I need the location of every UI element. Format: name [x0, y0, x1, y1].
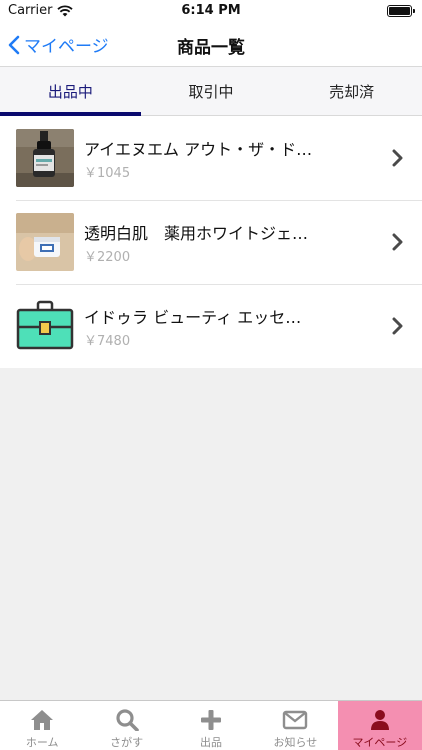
product-price: ￥2200 — [84, 249, 131, 265]
tab-listing[interactable]: 出品中 — [0, 67, 141, 116]
tabbar-home-label: ホーム — [25, 736, 59, 749]
tabbar-mypage-label: マイページ — [352, 736, 408, 749]
tabbar-sell-label: 出品 — [200, 736, 223, 749]
status-time: 6:14 PM — [181, 3, 241, 18]
chevron-right-icon — [392, 233, 403, 251]
navigation-bar: マイページ 商品一覧 — [0, 22, 422, 66]
battery-icon — [387, 5, 415, 17]
tabbar-home[interactable]: ホーム — [0, 701, 84, 750]
tabbar-notifications[interactable]: お知らせ — [253, 701, 337, 750]
tabbar-notifications-label: お知らせ — [273, 736, 318, 749]
product-thumbnail — [16, 297, 74, 355]
product-list: アイエヌエム アウト・ザ・ド… ￥1045 透明白肌 薬用ホワイトジェ… ￥22… — [0, 116, 422, 368]
search-icon — [116, 709, 139, 731]
status-tabs: 出品中 取引中 売却済 — [0, 66, 422, 116]
chevron-right-icon — [392, 317, 403, 335]
product-thumbnail — [16, 213, 74, 271]
list-item[interactable]: アイエヌエム アウト・ザ・ド… ￥1045 — [0, 116, 422, 200]
bottom-tab-bar: ホーム さがす 出品 お知らせ マイページ — [0, 700, 422, 750]
list-item[interactable]: 透明白肌 薬用ホワイトジェ… ￥2200 — [0, 200, 422, 284]
product-title: イドゥラ ビューティ エッセ… — [84, 307, 302, 327]
tab-sold[interactable]: 売却済 — [281, 67, 422, 115]
tabbar-mypage[interactable]: マイページ — [337, 701, 422, 750]
tabbar-sell[interactable]: 出品 — [169, 701, 253, 750]
tabbar-search[interactable]: さがす — [84, 701, 168, 750]
product-thumbnail — [16, 129, 74, 187]
person-icon — [370, 710, 389, 730]
page-title: 商品一覧 — [177, 38, 245, 58]
list-item[interactable]: イドゥラ ビューティ エッセ… ￥7480 — [0, 284, 422, 368]
tabbar-search-label: さがす — [110, 736, 144, 749]
chevron-right-icon — [392, 149, 403, 167]
tab-in-trade[interactable]: 取引中 — [141, 67, 282, 115]
mail-icon — [283, 710, 308, 730]
status-bar: Carrier 6:14 PM — [0, 0, 422, 22]
product-price: ￥7480 — [84, 333, 131, 349]
product-title: 透明白肌 薬用ホワイトジェ… — [84, 223, 309, 243]
product-price: ￥1045 — [84, 165, 131, 181]
product-title: アイエヌエム アウト・ザ・ド… — [84, 139, 313, 159]
home-icon — [31, 710, 54, 730]
plus-icon — [201, 710, 222, 730]
